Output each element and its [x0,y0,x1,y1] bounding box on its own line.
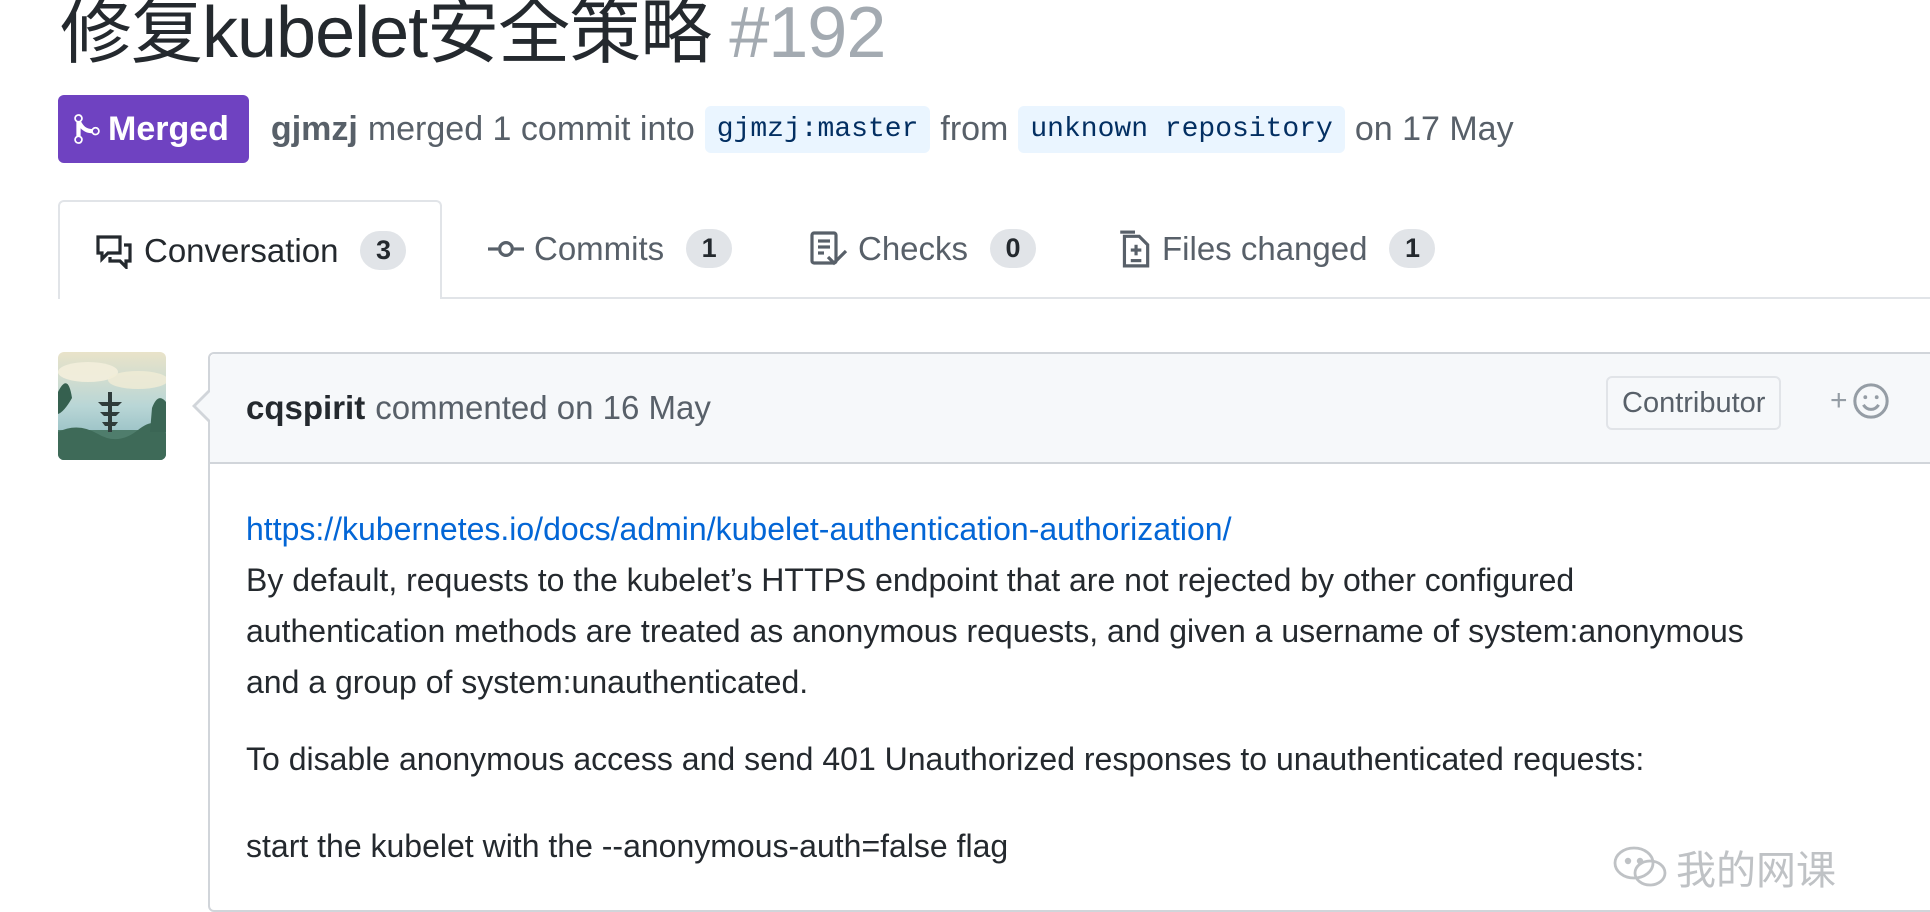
file-diff-icon [1118,230,1152,268]
comment-author-link[interactable]: cqspirit [246,389,365,427]
avatar[interactable] [58,352,166,460]
tab-files-changed[interactable]: Files changed 1 [1118,200,1436,297]
base-branch[interactable]: gjmzj:master [704,105,931,153]
tab-conversation-count: 3 [360,231,407,270]
tab-files-label: Files changed [1162,229,1368,267]
git-commit-icon [488,239,524,259]
comment-header: cqspirit commented on 16 May Contributor… [210,354,1930,464]
pr-merger-link[interactable]: gjmzj [271,110,358,149]
comment-discussion-icon [94,233,134,269]
contributor-label: Contributor [1606,376,1782,430]
comment-paragraph-2: To disable anonymous access and send 401… [246,741,1645,777]
state-label: Merged [108,109,229,148]
plus-label: + [1830,384,1848,417]
comment-paragraph-1: By default, requests to the kubelet’s HT… [246,562,1744,700]
tab-checks-label: Checks [858,229,969,267]
checklist-icon [810,230,848,267]
git-merge-icon [74,114,100,144]
comment-card: cqspirit commented on 16 May Contributor… [192,352,1930,912]
tab-commits[interactable]: Commits 1 [488,200,733,297]
tab-files-count: 1 [1389,229,1436,268]
merged-state-badge: Merged [58,95,249,163]
tab-conversation-label: Conversation [144,231,339,269]
pr-meta-row: Merged gjmzj merged 1 commit into gjmzj:… [58,95,1514,163]
wechat-icon [1613,846,1667,887]
pr-tab-nav: Conversation 3 Commits 1 Checks 0 Files … [58,200,1930,299]
add-reaction-button[interactable]: + [1830,382,1890,420]
wechat-watermark: 我的网课 [1612,838,1836,896]
head-branch[interactable]: unknown repository [1018,105,1345,153]
page-title: 修复kubelet安全策略 #192 [60,0,886,78]
tab-commits-label: Commits [534,229,665,267]
merge-action-text: merged 1 commit into [367,109,695,148]
pr-title-text: 修复kubelet安全策略 [60,0,712,73]
comment-timestamp[interactable]: commented on 16 May [375,389,711,427]
kubernetes-docs-link[interactable]: https://kubernetes.io/docs/admin/kubelet… [246,504,1910,555]
pull-request-page: 修复kubelet安全策略 #192 Merged gjmzj merged 1 … [0,0,1930,912]
smiley-icon [1852,383,1889,419]
tab-commits-count: 1 [686,229,733,268]
tab-conversation[interactable]: Conversation 3 [58,200,442,299]
tab-checks-count: 0 [990,229,1037,268]
watermark-text: 我的网课 [1676,849,1836,893]
pr-number: #192 [729,0,886,73]
from-text: from [940,109,1009,148]
comment-body: https://kubernetes.io/docs/admin/kubelet… [210,464,1930,872]
tab-checks[interactable]: Checks 0 [810,200,1037,297]
merge-date: on 17 May [1354,109,1514,148]
